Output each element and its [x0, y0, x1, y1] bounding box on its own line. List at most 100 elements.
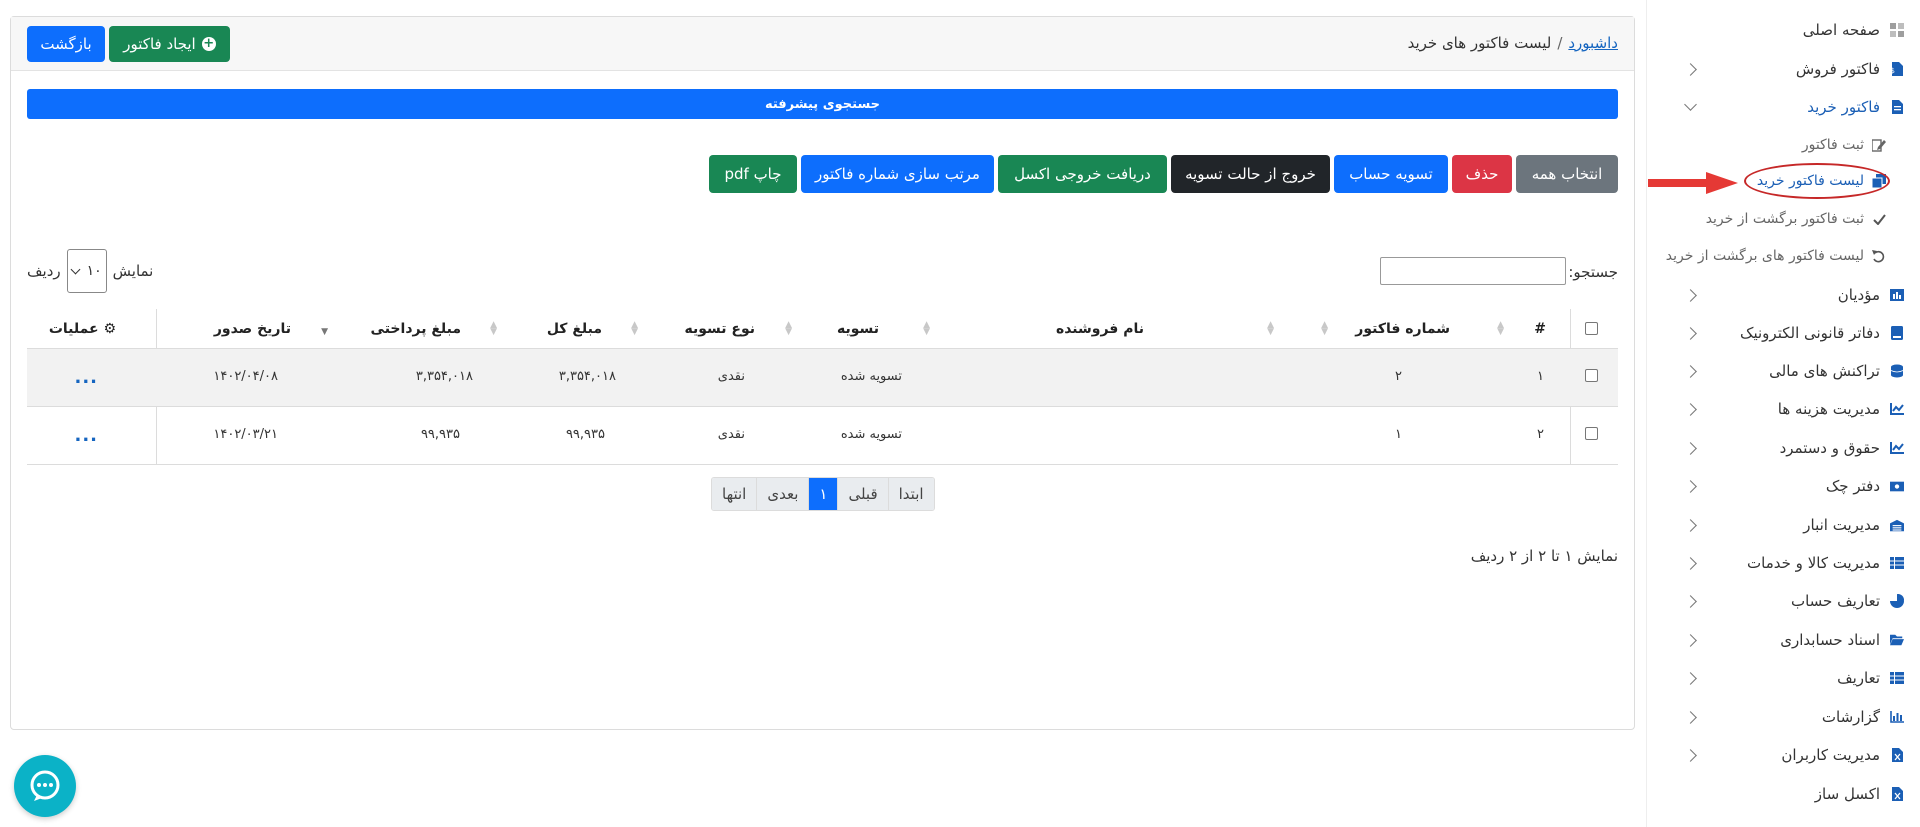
delete-button[interactable]: حذف [1452, 155, 1512, 193]
pagination-next[interactable]: بعدی [757, 478, 810, 510]
ops-header-label: عملیات [48, 321, 99, 337]
sidebar-item-label: مدیریت کالا و خدمات [1747, 554, 1880, 572]
chevron-left-icon [1684, 63, 1697, 76]
select-all-checkbox[interactable] [1585, 322, 1598, 335]
red-arrow-icon [1648, 172, 1738, 194]
cell-date: ۱۴۰۲/۰۳/۲۱ [213, 427, 278, 442]
sort-desc-icon: ▼ [321, 327, 328, 337]
sidebar-item-warehouse[interactable]: مدیریت انبار [1646, 510, 1920, 540]
gears-icon: ⚙ [103, 321, 116, 337]
sidebar-item-e-ledgers[interactable]: دفاتر قانونی الکترونیک [1646, 318, 1920, 348]
chevron-left-icon [1684, 480, 1697, 493]
col-date-header[interactable]: تاریخ صدور [214, 321, 291, 337]
chevron-left-icon [1684, 442, 1697, 455]
sidebar-item-label: صفحه اصلی [1802, 21, 1880, 39]
excel-file-icon [1890, 787, 1904, 801]
book-icon [1890, 326, 1904, 340]
sidebar-item-payroll[interactable]: حقوق و دستمرد [1646, 433, 1920, 463]
cell-paid: ۳,۳۵۴,۰۱۸ [415, 369, 473, 384]
pagination-prev[interactable]: قبلی [838, 478, 889, 510]
line-chart-icon [1890, 441, 1904, 455]
sidebar-sub-return-list[interactable]: لیست فاکتور های برگشت از خرید [1646, 242, 1920, 270]
sort-icon: ▲ ▼ [785, 320, 792, 337]
col-invoice-no-header[interactable]: شماره فاکتور [1355, 321, 1450, 337]
table-row[interactable]: ۲ ۱ تسویه شده نقدی ۹۹,۹۳۵ ۹۹,۹۳۵ ۱۴۰۲/۰۳… [27, 407, 1618, 465]
cell-settle-type: نقدی [717, 369, 745, 384]
sidebar-item-definitions[interactable]: تعاریف [1646, 663, 1920, 693]
sidebar-item-purchase-invoice[interactable]: فاکتور خرید [1646, 92, 1920, 122]
cell-num: ۲ [1537, 427, 1544, 442]
search-input[interactable] [1380, 257, 1566, 285]
sidebar-item-sales-invoice[interactable]: $ فاکتور فروش [1646, 54, 1920, 84]
sidebar-sub-register-invoice[interactable]: ثبت فاکتور [1646, 131, 1920, 159]
col-total-header[interactable]: مبلغ کل [547, 321, 602, 337]
col-vendor-header[interactable]: نام فروشنده [1056, 321, 1144, 337]
edit-icon [1872, 138, 1886, 152]
sidebar-item-taxpayers[interactable]: مؤدیان [1646, 280, 1920, 310]
col-settle-type-header[interactable]: نوع تسویه [685, 321, 756, 337]
select-all-button[interactable]: انتخاب همه [1516, 155, 1618, 193]
sidebar-item-checkbook[interactable]: دفتر چک [1646, 471, 1920, 501]
sort-icon: ▲ ▼ [923, 320, 930, 337]
col-num-header[interactable]: # [1534, 321, 1546, 337]
sidebar-item-label: تعاریف [1837, 669, 1880, 687]
cell-total: ۹۹,۹۳۵ [565, 427, 605, 442]
table-icon [1890, 556, 1904, 570]
cell-invoice-no: ۲ [1395, 369, 1402, 384]
sidebar-item-account-defs[interactable]: تعاریف حساب [1646, 586, 1920, 616]
row-checkbox[interactable] [1585, 369, 1598, 382]
warehouse-icon [1890, 518, 1904, 532]
folder-open-icon [1890, 633, 1904, 647]
col-paid-header[interactable]: مبلغ پرداختی [371, 321, 461, 337]
sidebar-item-products[interactable]: مدیریت کالا و خدمات [1646, 548, 1920, 578]
chevron-left-icon [1684, 519, 1697, 532]
sidebar-item-accounting-docs[interactable]: اسناد حسابداری [1646, 625, 1920, 655]
excel-export-button[interactable]: دریافت خروجی اکسل [998, 155, 1167, 193]
unsettle-button[interactable]: خروج از حالت تسویه [1171, 155, 1330, 193]
table-info-text: نمایش ۱ تا ۲ از ۲ ردیف [1470, 547, 1618, 565]
table-row[interactable]: ۱ ۲ تسویه شده نقدی ۳,۳۵۴,۰۱۸ ۳,۳۵۴,۰۱۸ ۱… [27, 349, 1618, 407]
sidebar-item-reports[interactable]: گزارشات [1646, 702, 1920, 732]
cell-settlement: تسویه شده [840, 369, 902, 384]
sidebar-item-expenses[interactable]: مدیریت هزینه ها [1646, 394, 1920, 424]
sidebar-sub-label: لیست فاکتور های برگشت از خرید [1665, 248, 1864, 264]
sidebar-item-excel-builder[interactable]: اکسل ساز [1646, 779, 1920, 809]
sort-invoice-numbers-button[interactable]: مرتب سازی شماره فاکتور [801, 155, 994, 193]
money-bill-icon [1890, 479, 1904, 493]
print-pdf-button[interactable]: چاپ pdf [709, 155, 797, 193]
row-actions-button[interactable]: ... [74, 425, 98, 446]
chevron-left-icon [1684, 634, 1697, 647]
sidebar: صفحه اصلی $ فاکتور فروش فاکتور خرید ثبت … [1646, 0, 1920, 827]
row-actions-button[interactable]: ... [74, 367, 98, 388]
row-checkbox[interactable] [1585, 427, 1598, 440]
col-settlement-header[interactable]: تسویه [837, 321, 879, 337]
sidebar-item-label: فاکتور خرید [1807, 98, 1880, 116]
pagination-first[interactable]: ابتدا [888, 478, 934, 510]
page-length-select[interactable]: ۱۰ [66, 249, 107, 293]
chat-support-button[interactable] [14, 755, 76, 817]
check-icon [1872, 212, 1886, 226]
length-suffix: ردیف [27, 262, 61, 280]
highlight-ellipse [1744, 163, 1890, 199]
sidebar-item-users[interactable]: مدیریت کاربران [1646, 740, 1920, 770]
chevron-left-icon [1684, 595, 1697, 608]
breadcrumb-home-link[interactable]: داشبورد [1568, 34, 1618, 52]
pagination-current[interactable]: ۱ [809, 478, 839, 510]
sidebar-item-label: مدیریت انبار [1803, 516, 1880, 534]
line-chart-icon [1890, 402, 1904, 416]
sidebar-item-transactions[interactable]: تراکنش های مالی [1646, 356, 1920, 386]
chevron-left-icon [1684, 749, 1697, 762]
create-invoice-button[interactable]: + ایجاد فاکتور [109, 26, 230, 62]
coins-icon [1890, 364, 1904, 378]
sidebar-sub-register-return[interactable]: ثبت فاکتور برگشت از خرید [1646, 205, 1920, 233]
sort-icon: ▲ ▼ [1267, 320, 1274, 337]
col-ops-header: ⚙ عملیات [49, 321, 116, 337]
sidebar-item-home[interactable]: صفحه اصلی [1646, 15, 1920, 45]
back-button[interactable]: بازگشت [27, 26, 105, 62]
sort-icon: ▲ ▼ [631, 320, 638, 337]
main-card: داشبورد / لیست فاکتور های خرید + ایجاد فاک… [10, 16, 1635, 730]
advanced-search-button[interactable]: جستجوی پیشرفته [27, 89, 1618, 119]
settle-account-button[interactable]: تسویه حساب [1334, 155, 1448, 193]
undo-icon [1872, 249, 1886, 263]
pagination-last[interactable]: انتها [712, 478, 758, 510]
